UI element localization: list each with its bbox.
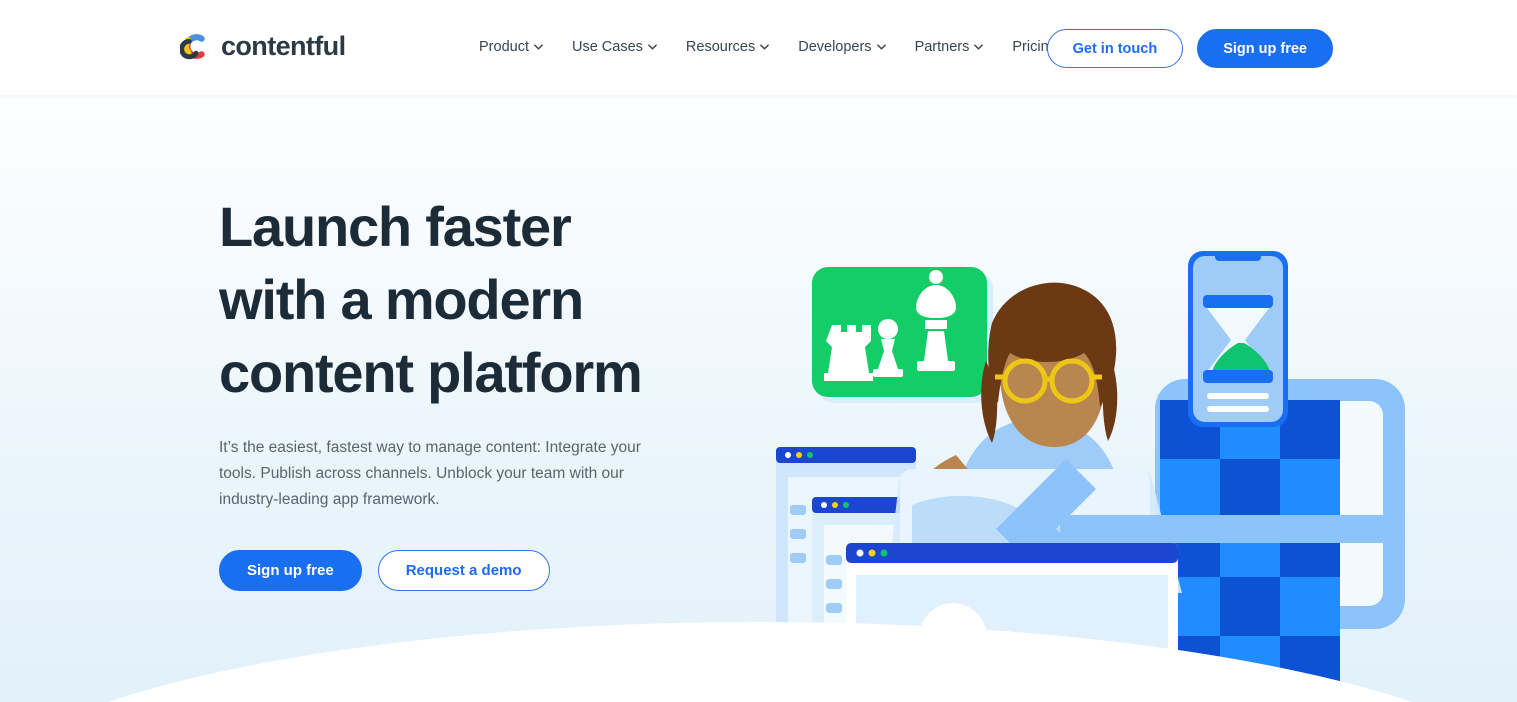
main-navigation: Product Use Cases Resources Developers P… [479, 36, 1057, 58]
chevron-down-icon [760, 44, 770, 50]
hero-section: Launch faster with a modern content plat… [0, 95, 1517, 702]
nav-label: Developers [798, 39, 872, 55]
nav-label: Product [479, 39, 529, 55]
contentful-c-logo-icon [180, 30, 213, 63]
nav-item-product[interactable]: Product [479, 36, 543, 58]
header-sign-up-free-button[interactable]: Sign up free [1197, 29, 1333, 68]
hero-illustration-svg [776, 251, 1405, 702]
nav-label: Resources [685, 39, 756, 55]
headline-line-1: Launch faster [219, 195, 572, 258]
logo-c-svg [180, 34, 205, 60]
chevron-down-icon [648, 44, 657, 50]
contentful-logo[interactable]: contentful [180, 30, 346, 63]
nav-item-developers[interactable]: Developers [798, 36, 886, 58]
page-title: Launch faster with a modern content plat… [219, 190, 689, 409]
site-header: contentful Product Use Cases Resources D… [0, 0, 1517, 95]
hourglass-bottom-bar [1203, 370, 1273, 383]
hourglass-top-bar [1203, 295, 1273, 308]
chevron-down-icon [876, 44, 886, 50]
nav-label: Use Cases [571, 39, 643, 55]
nav-item-use-cases[interactable]: Use Cases [572, 36, 657, 58]
contentful-landing-page: contentful Product Use Cases Resources D… [0, 0, 1517, 702]
hero-illustration-person-at-laptop [760, 125, 1460, 702]
chevron-down-icon [974, 44, 984, 50]
nav-item-partners[interactable]: Partners [915, 36, 984, 58]
hero-sign-up-free-button[interactable]: Sign up free [219, 550, 362, 591]
logo-wordmark: contentful [221, 31, 346, 61]
request-a-demo-button[interactable]: Request a demo [377, 550, 550, 591]
nav-item-resources[interactable]: Resources [685, 36, 770, 58]
nav-label: Partners [914, 39, 970, 55]
chevron-down-icon [534, 44, 543, 50]
hero-actions: Sign up free Request a demo [219, 550, 689, 591]
hero-subcopy: It’s the easiest, fastest way to manage … [219, 439, 641, 508]
green-chess-card [812, 267, 993, 403]
hero-copy: Launch faster with a modern content plat… [219, 190, 689, 591]
header-actions: Get in touch Sign up free [1046, 29, 1333, 68]
headline-line-3: content platform [219, 341, 643, 404]
browser-title-bar [846, 543, 1178, 563]
get-in-touch-button[interactable]: Get in touch [1046, 29, 1184, 68]
phone-with-hourglass [1188, 251, 1288, 427]
headline-line-2: with a modern [219, 268, 584, 331]
